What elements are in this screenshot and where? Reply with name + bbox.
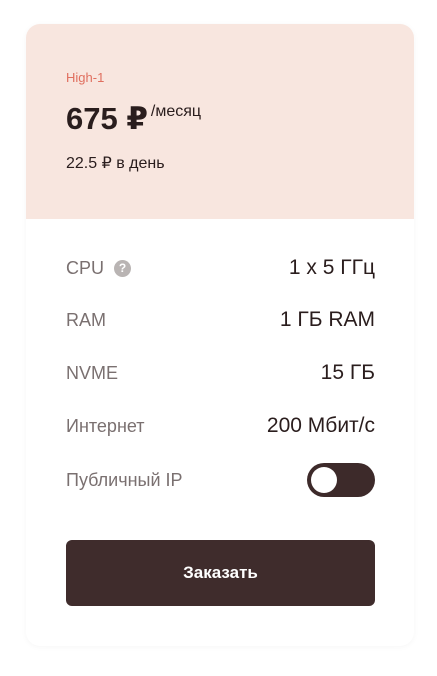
order-button[interactable]: Заказать bbox=[66, 540, 375, 606]
spec-row-cpu: CPU ? 1 x 5 ГГц bbox=[66, 254, 375, 282]
toggle-knob bbox=[311, 467, 337, 493]
public-ip-label: Публичный IP bbox=[66, 469, 183, 490]
monthly-price: 675 ₽ bbox=[66, 101, 148, 136]
spec-value-internet: 200 Мбит/с bbox=[266, 414, 375, 437]
daily-price: 22.5 ₽ в день bbox=[66, 155, 165, 172]
public-ip-toggle[interactable] bbox=[307, 463, 375, 497]
spec-value-cpu: 1 x 5 ГГц bbox=[288, 256, 375, 279]
price-row: 675 ₽ /месяц bbox=[66, 99, 201, 139]
spec-label-internet: Интернет bbox=[66, 415, 145, 436]
spec-row-internet: Интернет 200 Мбит/с bbox=[66, 412, 375, 440]
price-period: /месяц bbox=[150, 103, 202, 120]
spec-label-nvme: NVME bbox=[66, 362, 119, 383]
spec-label-text: CPU bbox=[66, 257, 105, 278]
spec-value-nvme: 15 ГБ bbox=[320, 361, 375, 384]
help-icon[interactable]: ? bbox=[114, 259, 132, 277]
spec-row-ram: RAM 1 ГБ RAM bbox=[66, 306, 375, 334]
spec-value-ram: 1 ГБ RAM bbox=[279, 308, 375, 331]
tariff-card: High-1 675 ₽ /месяц 22.5 ₽ в день CPU ? … bbox=[26, 24, 414, 646]
spec-row-public-ip: Публичный IP bbox=[66, 463, 375, 497]
spec-label-ram: RAM bbox=[66, 309, 106, 330]
spec-label-cpu: CPU ? bbox=[66, 257, 132, 279]
plan-name: High-1 bbox=[66, 70, 105, 85]
tariff-header: High-1 675 ₽ /месяц 22.5 ₽ в день bbox=[26, 24, 414, 219]
spec-row-nvme: NVME 15 ГБ bbox=[66, 359, 375, 387]
